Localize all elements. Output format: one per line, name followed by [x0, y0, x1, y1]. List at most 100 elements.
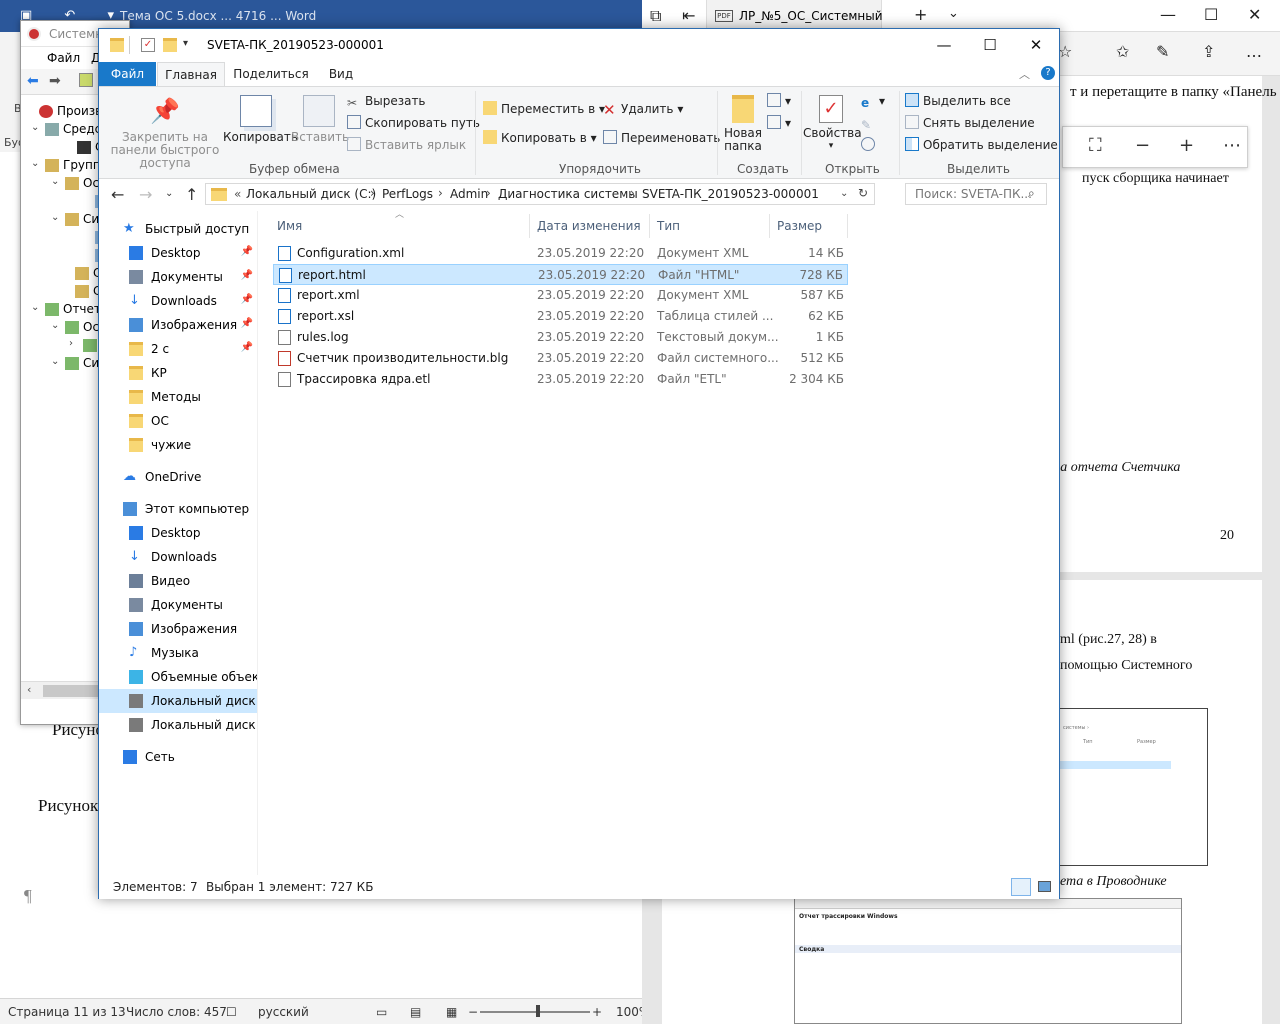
nav-item[interactable]: ★ Быстрый доступ	[99, 217, 257, 241]
zoom-in-icon[interactable]: +	[592, 1005, 602, 1019]
file-row[interactable]: report.xml 23.05.2019 22:20 Документ XML 58…	[273, 285, 848, 306]
column-separator[interactable]	[529, 214, 530, 238]
breadcrumb-chevron-icon[interactable]: ›	[486, 186, 491, 200]
more-icon[interactable]: …	[1246, 42, 1262, 61]
file-row[interactable]: report.html 23.05.2019 22:20 Файл "HTML" 72…	[273, 264, 848, 285]
back-arrow-icon[interactable]: ⬅	[27, 73, 39, 89]
forward-arrow-icon[interactable]: ➡	[49, 73, 61, 89]
breadcrumb-item[interactable]: Локальный диск (C:)	[246, 187, 376, 201]
move-to-button[interactable]: Переместить в ▾	[483, 99, 605, 119]
more-icon[interactable]: ⋯	[1223, 135, 1241, 156]
nav-item[interactable]: ☁ OneDrive	[99, 465, 257, 489]
nav-item[interactable]: 2 с 📌	[99, 337, 257, 361]
web-layout-icon[interactable]: ▦	[446, 1005, 457, 1019]
zoom-in-icon[interactable]: +	[1179, 135, 1194, 156]
refresh-icon[interactable]: ↻	[858, 186, 868, 200]
breadcrumb-chevron-icon[interactable]: ›	[630, 186, 635, 200]
select-all-button[interactable]: Выделить все	[905, 91, 1011, 111]
select-none-button[interactable]: Снять выделение	[905, 113, 1035, 133]
status-page[interactable]: Страница 11 из 13	[8, 1005, 126, 1019]
large-icons-view-icon[interactable]	[1035, 878, 1055, 896]
easy-access-button[interactable]: ▾	[767, 113, 791, 133]
nav-item[interactable]: Изображения	[99, 617, 257, 641]
pen-icon[interactable]: ✎	[1156, 42, 1169, 61]
properties-button[interactable]: ✓ Свойства ▾	[803, 95, 862, 153]
tab-view[interactable]: Вид	[317, 62, 365, 86]
tab-home[interactable]: Главная	[157, 62, 225, 86]
properties-check-icon[interactable]: ✓	[141, 38, 155, 52]
open-button[interactable]: e ▾	[861, 91, 885, 111]
focus-icon[interactable]: ▭	[376, 1005, 387, 1019]
delete-button[interactable]: ✕ Удалить ▾	[603, 99, 683, 119]
column-separator[interactable]	[649, 214, 650, 238]
proofing-icon[interactable]: ☐	[226, 1005, 237, 1019]
print-layout-icon[interactable]: ▤	[410, 1005, 421, 1019]
customize-quick-access-icon[interactable]: ▾	[183, 38, 197, 52]
minimize-icon[interactable]: —	[1160, 5, 1176, 24]
tree-expander-icon[interactable]: ⌄	[51, 320, 59, 331]
tab-list-icon[interactable]: ⌄	[948, 6, 959, 21]
nav-item[interactable]: Документы	[99, 593, 257, 617]
favorites-hub-icon[interactable]: ✩	[1116, 42, 1129, 61]
nav-item[interactable]: чужие	[99, 433, 257, 457]
tree-expander-icon[interactable]: ›	[69, 338, 73, 349]
help-icon[interactable]: ?	[1041, 66, 1055, 80]
address-bar[interactable]: « Локальный диск (C:) › PerfLogs › Admin…	[205, 183, 875, 205]
new-folder-button[interactable]: Новая папка	[719, 95, 767, 153]
tree-expander-icon[interactable]: ⌄	[31, 122, 39, 133]
nav-item[interactable]: ОС	[99, 409, 257, 433]
nav-item[interactable]: Локальный диск (D:)	[99, 713, 257, 737]
tree-expander-icon[interactable]: ⌄	[51, 212, 59, 223]
pin-icon[interactable]: 📌	[241, 270, 253, 281]
tree-expander-icon[interactable]: ⌄	[51, 176, 59, 187]
nav-item[interactable]: КР	[99, 361, 257, 385]
paste-button[interactable]: Вставить	[291, 95, 349, 144]
column-separator[interactable]	[769, 214, 770, 238]
pin-icon[interactable]: 📌	[241, 294, 253, 305]
tree-expander-icon[interactable]: ⌄	[51, 356, 59, 367]
perfmon-menu-file[interactable]: Файл	[47, 51, 80, 65]
column-name[interactable]: Имя	[277, 219, 302, 233]
tab-share[interactable]: Поделиться	[227, 62, 315, 86]
history-button[interactable]	[861, 135, 879, 155]
column-type[interactable]: Тип	[657, 219, 680, 233]
up-icon[interactable]: ↑	[185, 185, 198, 204]
nav-item[interactable]: Desktop	[99, 521, 257, 545]
status-words[interactable]: Число слов: 457	[126, 1005, 227, 1019]
breadcrumb-chevron-icon[interactable]: ›	[438, 186, 443, 200]
tab-file[interactable]: Файл	[99, 62, 156, 86]
nav-item[interactable]: Изображения 📌	[99, 313, 257, 337]
nav-item[interactable]: Desktop 📌	[99, 241, 257, 265]
new-item-button[interactable]: ▾	[767, 91, 791, 111]
file-row[interactable]: rules.log 23.05.2019 22:20 Текстовый докум…	[273, 327, 848, 348]
breadcrumb-item[interactable]: SVETA-ПК_20190523-000001	[642, 187, 819, 201]
tree-expander-icon[interactable]: ⌄	[31, 158, 39, 169]
column-date[interactable]: Дата изменения	[537, 219, 641, 233]
paste-shortcut-button[interactable]: Вставить ярлык	[347, 135, 466, 155]
forward-icon[interactable]: →	[139, 185, 152, 204]
nav-item[interactable]: Видео	[99, 569, 257, 593]
breadcrumb-item[interactable]: PerfLogs	[382, 187, 433, 201]
tab-preview-icon[interactable]: ⧉	[650, 6, 661, 26]
set-tabs-aside-icon[interactable]: ⇤	[682, 6, 695, 25]
nav-item[interactable]: Локальный диск (C:)	[99, 689, 257, 713]
scroll-left-icon[interactable]: ‹	[27, 683, 31, 696]
new-tab-icon[interactable]: +	[914, 5, 927, 24]
invert-selection-button[interactable]: Обратить выделение	[905, 135, 1058, 155]
cut-button[interactable]: ✂ Вырезать	[347, 91, 426, 111]
column-size[interactable]: Размер	[777, 219, 822, 233]
nav-item[interactable]: Документы 📌	[99, 265, 257, 289]
edit-button[interactable]: ✎	[861, 113, 879, 133]
breadcrumb-chevron-icon[interactable]: ›	[370, 186, 375, 200]
status-language[interactable]: русский	[258, 1005, 309, 1019]
close-icon[interactable]: ✕	[1248, 5, 1261, 24]
breadcrumb-overflow[interactable]: «	[234, 187, 241, 201]
collapse-ribbon-icon[interactable]: ︿	[1019, 66, 1030, 82]
minimize-button[interactable]: —	[921, 29, 967, 62]
details-view-icon[interactable]	[1011, 878, 1031, 896]
copy-button[interactable]: Копировать	[223, 95, 298, 144]
zoom-out-icon[interactable]: −	[468, 1005, 478, 1019]
column-separator[interactable]	[847, 214, 848, 238]
nav-item[interactable]: Методы	[99, 385, 257, 409]
file-row[interactable]: Трассировка ядра.etl 23.05.2019 22:20 Файл…	[273, 369, 848, 390]
